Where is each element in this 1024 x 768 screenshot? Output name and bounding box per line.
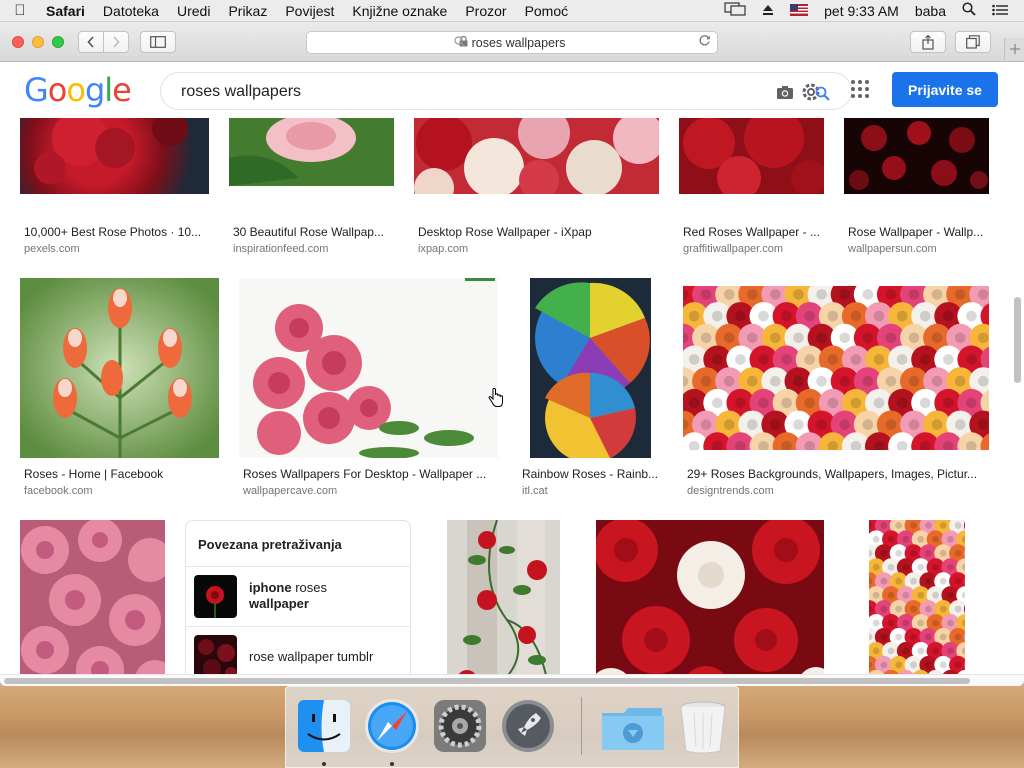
share-button[interactable]	[910, 31, 946, 53]
result-image[interactable]	[869, 520, 965, 674]
related-thumbnail	[194, 635, 237, 674]
downloads-folder-dock-icon[interactable]	[600, 697, 664, 755]
result-image[interactable]	[844, 118, 989, 194]
related-search-item[interactable]: rose wallpaper tumblr	[186, 626, 410, 674]
related-search-item[interactable]: iphone roses wallpaper	[186, 566, 410, 626]
menu-user[interactable]: baba	[907, 3, 954, 19]
result-image[interactable]	[20, 118, 209, 194]
window-close-button[interactable]	[12, 36, 24, 48]
menu-item-edit[interactable]: Uredi	[168, 3, 219, 19]
result-source[interactable]: graffitiwallpaper.com	[683, 243, 783, 255]
notification-center-icon[interactable]	[984, 3, 1016, 19]
google-header: Google Prijavite se	[0, 62, 1024, 118]
dock-separator	[581, 697, 582, 755]
sidebar-toggle-button[interactable]	[140, 31, 176, 53]
google-apps-icon[interactable]	[850, 79, 870, 99]
share-icon	[922, 34, 934, 50]
launchpad-dock-icon[interactable]	[499, 697, 557, 755]
chevron-left-icon	[87, 36, 94, 48]
result-source[interactable]: facebook.com	[24, 485, 92, 497]
result-image[interactable]	[414, 118, 659, 194]
menu-item-bookmarks[interactable]: Knjižne oznake	[343, 3, 456, 19]
reload-icon[interactable]	[698, 34, 711, 50]
spotlight-search-icon[interactable]	[954, 2, 984, 19]
chevron-right-icon	[113, 36, 120, 48]
related-searches-title: Povezana pretraživanja	[198, 537, 342, 552]
result-image[interactable]	[229, 118, 394, 186]
result-source[interactable]: wallpapercave.com	[243, 485, 337, 497]
display-mirroring-icon[interactable]	[716, 2, 754, 19]
related-search-text: iphone roses wallpaper	[249, 580, 328, 611]
new-tab-button[interactable]	[1004, 38, 1024, 60]
result-source[interactable]: wallpapersun.com	[848, 243, 937, 255]
vertical-scrollbar[interactable]	[1014, 297, 1021, 383]
menu-app-name[interactable]: Safari	[40, 3, 94, 19]
back-button[interactable]	[78, 31, 104, 53]
window-minimize-button[interactable]	[32, 36, 44, 48]
forward-button[interactable]	[103, 31, 129, 53]
horizontal-scroll-track	[0, 674, 1024, 686]
result-image[interactable]	[239, 278, 498, 458]
browser-toolbar: roses wallpapers	[0, 22, 1024, 62]
result-image[interactable]	[20, 520, 165, 674]
search-input[interactable]	[181, 81, 741, 103]
result-title[interactable]: Desktop Rose Wallpaper - iXpap	[418, 225, 658, 239]
search-settings-icon[interactable]	[801, 80, 831, 104]
sign-in-button[interactable]: Prijavite se	[892, 72, 998, 107]
result-source[interactable]: designtrends.com	[687, 485, 774, 497]
related-searches-card: Povezana pretraživanja iphone roses wallp…	[185, 520, 411, 674]
result-title[interactable]: Red Roses Wallpaper - ...	[683, 225, 823, 239]
result-title[interactable]: 30 Beautiful Rose Wallpap...	[233, 225, 395, 239]
search-box	[160, 72, 852, 110]
tabs-overview-icon	[966, 35, 980, 49]
us-flag-icon[interactable]	[782, 3, 816, 19]
menu-clock[interactable]: pet 9:33 AM	[816, 3, 907, 19]
menu-item-file[interactable]: Datoteka	[94, 3, 168, 19]
menu-bar:  Safari Datoteka Uredi Prikaz Povijest …	[0, 0, 1024, 22]
apple-menu-icon[interactable]: 	[0, 2, 40, 19]
address-bar[interactable]: roses wallpapers	[306, 31, 718, 54]
result-image[interactable]	[683, 286, 989, 450]
result-title[interactable]: Roses - Home | Facebook	[24, 467, 219, 481]
result-source[interactable]: ixpap.com	[418, 243, 468, 255]
result-title[interactable]: 10,000+ Best Rose Photos · 10...	[24, 225, 209, 239]
menu-item-window[interactable]: Prozor	[456, 3, 515, 19]
result-source[interactable]: pexels.com	[24, 243, 80, 255]
hand-cursor-icon	[488, 388, 503, 407]
result-source[interactable]: inspirationfeed.com	[233, 243, 328, 255]
result-title[interactable]: Rose Wallpaper - Wallp...	[848, 225, 988, 239]
system-preferences-dock-icon[interactable]	[431, 697, 489, 755]
result-source[interactable]: itl.cat	[522, 485, 548, 497]
related-thumbnail	[194, 575, 237, 618]
related-search-text: rose wallpaper tumblr	[249, 649, 374, 664]
result-title[interactable]: Roses Wallpapers For Desktop - Wallpaper…	[243, 467, 490, 481]
result-image[interactable]	[20, 278, 219, 458]
image-results-grid: 10,000+ Best Rose Photos · 10... pexels.…	[0, 118, 1024, 674]
horizontal-scrollbar[interactable]	[4, 678, 970, 684]
safari-window: roses wallpapers Google Prijavite se	[0, 22, 1024, 686]
result-image[interactable]	[596, 520, 824, 674]
menu-item-help[interactable]: Pomoć	[516, 3, 578, 19]
window-fullscreen-button[interactable]	[52, 36, 64, 48]
result-title[interactable]: 29+ Roses Backgrounds, Wallpapers, Image…	[687, 467, 983, 481]
trash-dock-icon[interactable]	[674, 697, 732, 755]
sidebar-icon	[150, 36, 166, 48]
address-text: roses wallpapers	[471, 35, 566, 50]
result-image[interactable]	[447, 520, 560, 674]
finder-dock-icon[interactable]	[295, 697, 353, 755]
address-search-icon	[454, 36, 465, 50]
dock	[285, 686, 739, 768]
safari-dock-icon[interactable]	[363, 697, 421, 755]
menu-item-view[interactable]: Prikaz	[219, 3, 276, 19]
camera-icon[interactable]	[775, 82, 795, 102]
result-image[interactable]	[530, 278, 651, 458]
result-title[interactable]: Rainbow Roses - Rainb...	[522, 467, 657, 481]
show-tabs-button[interactable]	[955, 31, 991, 53]
eject-icon[interactable]	[754, 3, 782, 19]
menu-item-history[interactable]: Povijest	[276, 3, 343, 19]
result-image[interactable]	[679, 118, 824, 194]
google-logo[interactable]: Google	[24, 71, 132, 109]
plus-icon	[1009, 44, 1020, 54]
